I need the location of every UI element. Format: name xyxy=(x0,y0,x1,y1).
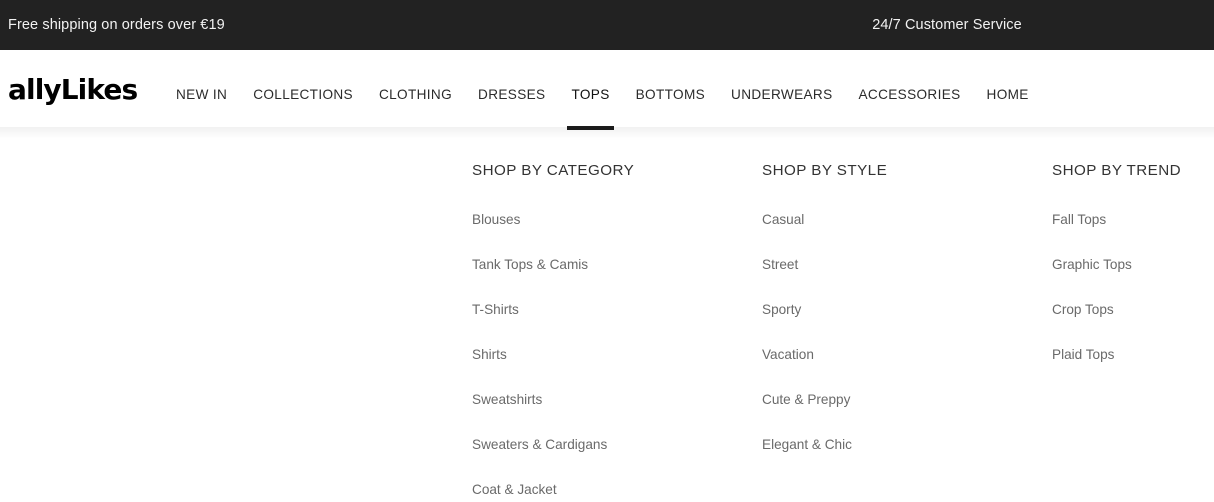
mega-menu-link[interactable]: Tank Tops & Camis xyxy=(472,257,742,272)
mega-menu-link[interactable]: Graphic Tops xyxy=(1052,257,1214,272)
nav-item-home[interactable]: HOME xyxy=(987,50,1029,138)
mega-menu-link[interactable]: Shirts xyxy=(472,347,742,362)
nav-item-tops[interactable]: TOPS xyxy=(567,50,614,138)
nav-item-label: ACCESSORIES xyxy=(858,86,961,102)
mega-menu-link[interactable]: T-Shirts xyxy=(472,302,742,317)
nav-item-underwears[interactable]: UNDERWEARS xyxy=(731,50,832,138)
nav-item-label: TOPS xyxy=(571,86,610,102)
mega-menu-column-3: SHOP BY TREND Fall Tops Graphic Tops Crop T… xyxy=(1052,162,1214,362)
nav-item-clothing[interactable]: CLOTHING xyxy=(379,50,452,138)
nav-item-label: CLOTHING xyxy=(378,86,453,102)
mega-menu-link[interactable]: Cute & Preppy xyxy=(762,392,1032,407)
nav-item-dresses[interactable]: DRESSES xyxy=(478,50,545,138)
customer-service-text: 24/7 Customer Service xyxy=(872,17,1022,33)
mega-menu-link[interactable]: Fall Tops xyxy=(1052,212,1214,227)
mega-menu-link[interactable]: Sporty xyxy=(762,302,1032,317)
site-header: allyLikes NEW IN COLLECTIONS CLOTHING DRESS… xyxy=(0,50,1214,139)
nav-item-collections[interactable]: COLLECTIONS xyxy=(253,50,353,138)
nav-item-new-in[interactable]: NEW IN xyxy=(176,50,227,138)
mega-menu-link[interactable]: Plaid Tops xyxy=(1052,347,1214,362)
mega-menu-link[interactable]: Vacation xyxy=(762,347,1032,362)
shipping-promo-text: Free shipping on orders over €19 xyxy=(8,17,225,33)
nav-item-label: UNDERWEARS xyxy=(731,86,833,102)
mega-menu-column-1: SHOP BY CATEGORY Blouses Tank Tops & Camis… xyxy=(472,162,742,497)
mega-menu-column-2: SHOP BY STYLE Casual Street Sporty Vacation C… xyxy=(762,162,1032,452)
mega-menu-link[interactable]: Coat & Jacket xyxy=(472,482,742,497)
mega-menu-heading: SHOP BY CATEGORY xyxy=(472,162,635,179)
mega-menu-link[interactable]: Crop Tops xyxy=(1052,302,1214,317)
mega-menu-link[interactable]: Casual xyxy=(762,212,1032,227)
nav-item-label: BOTTOMS xyxy=(635,86,706,102)
mega-menu-link[interactable]: Street xyxy=(762,257,1032,272)
mega-menu-dropdown: SHOP BY CATEGORY Blouses Tank Tops & Camis… xyxy=(0,138,1214,502)
announcement-bar: Free shipping on orders over €19 24/7 Cu… xyxy=(0,0,1214,50)
mega-menu-link[interactable]: Elegant & Chic xyxy=(762,437,1032,452)
mega-menu-link[interactable]: Sweaters & Cardigans xyxy=(472,437,742,452)
mega-menu-link[interactable]: Blouses xyxy=(472,212,742,227)
nav-item-label: HOME xyxy=(986,86,1029,102)
nav-item-label: NEW IN xyxy=(176,86,228,102)
nav-item-accessories[interactable]: ACCESSORIES xyxy=(858,50,960,138)
nav-item-label: COLLECTIONS xyxy=(253,86,353,102)
nav-item-bottoms[interactable]: BOTTOMS xyxy=(636,50,705,138)
mega-menu-heading: SHOP BY STYLE xyxy=(762,162,888,179)
brand-logo[interactable]: allyLikes xyxy=(8,76,138,104)
nav-active-indicator xyxy=(567,126,614,130)
mega-menu-heading: SHOP BY TREND xyxy=(1052,162,1182,179)
nav-item-label: DRESSES xyxy=(478,86,546,102)
main-navigation: NEW IN COLLECTIONS CLOTHING DRESSES TOPS BOTT… xyxy=(176,50,1029,138)
mega-menu-link[interactable]: Sweatshirts xyxy=(472,392,742,407)
